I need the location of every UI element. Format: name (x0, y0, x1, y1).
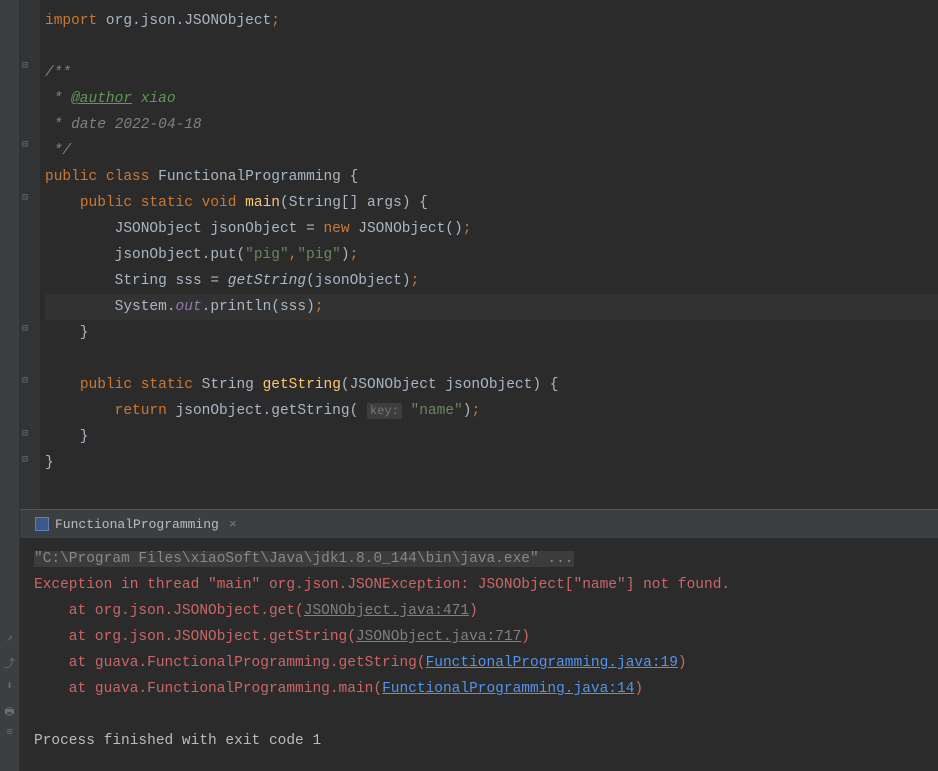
tool-sidebar: ↗ ⤴ ⬇ 🖶 ≡ (0, 0, 20, 771)
console-line-exit: Process finished with exit code 1 (34, 728, 924, 754)
code-line: * date 2022-04-18 (45, 112, 938, 138)
code-line (45, 34, 938, 60)
code-line: return jsonObject.getString( key: "name"… (45, 398, 938, 424)
stacktrace-link[interactable]: JSONObject.java:471 (304, 603, 469, 619)
code-line: */ (45, 138, 938, 164)
fold-end-icon[interactable]: ⊟ (22, 454, 28, 466)
code-line: String sss = getString(jsonObject); (45, 268, 938, 294)
main-area: ⊟ ⊟ ⊟ ⊟ ⊟ ⊟ ⊟ import org.json.JSONObject… (20, 0, 938, 771)
code-line: /** (45, 60, 938, 86)
fold-icon[interactable]: ⊟ (22, 60, 28, 72)
code-line: * @author xiao (45, 86, 938, 112)
sidebar-icon-2[interactable]: ⤴ (3, 655, 17, 669)
console-line-error: Exception in thread "main" org.json.JSON… (34, 572, 924, 598)
code-line: public static void main(String[] args) { (45, 190, 938, 216)
code-line: } (45, 450, 938, 476)
code-line: public static String getString(JSONObjec… (45, 372, 938, 398)
console-line-trace: at org.json.JSONObject.get(JSONObject.ja… (34, 598, 924, 624)
code-line (45, 346, 938, 372)
console-tab-bar: FunctionalProgramming × (20, 510, 938, 538)
code-editor[interactable]: ⊟ ⊟ ⊟ ⊟ ⊟ ⊟ ⊟ import org.json.JSONObject… (20, 0, 938, 509)
code-line: import org.json.JSONObject; (45, 8, 938, 34)
console-tab[interactable]: FunctionalProgramming × (25, 513, 247, 536)
run-console: FunctionalProgramming × "C:\Program File… (20, 509, 938, 771)
sidebar-icon-1[interactable]: ↗ (3, 631, 17, 645)
editor-gutter[interactable]: ⊟ ⊟ ⊟ ⊟ ⊟ ⊟ ⊟ (20, 0, 40, 509)
code-line-current: System.out.println(sss); (45, 294, 938, 320)
sidebar-icon-3[interactable]: ⬇ (3, 679, 17, 693)
fold-end-icon[interactable]: ⊟ (22, 323, 28, 335)
code-line: } (45, 320, 938, 346)
console-line: "C:\Program Files\xiaoSoft\Java\jdk1.8.0… (34, 546, 924, 572)
console-line (34, 702, 924, 728)
stacktrace-link[interactable]: JSONObject.java:717 (356, 629, 521, 645)
tab-label: FunctionalProgramming (55, 517, 219, 532)
sidebar-icon-4[interactable]: 🖶 (3, 703, 17, 717)
console-line-trace: at guava.FunctionalProgramming.getString… (34, 650, 924, 676)
console-line-trace: at guava.FunctionalProgramming.main(Func… (34, 676, 924, 702)
fold-icon[interactable]: ⊟ (22, 375, 28, 387)
fold-icon[interactable]: ⊟ (22, 139, 28, 151)
fold-end-icon[interactable]: ⊟ (22, 428, 28, 440)
code-line: public class FunctionalProgramming { (45, 164, 938, 190)
stacktrace-link[interactable]: FunctionalProgramming.java:19 (426, 655, 678, 671)
fold-icon[interactable]: ⊟ (22, 192, 28, 204)
code-line: jsonObject.put("pig","pig"); (45, 242, 938, 268)
sidebar-icon-5[interactable]: ≡ (3, 727, 17, 741)
console-output[interactable]: "C:\Program Files\xiaoSoft\Java\jdk1.8.0… (20, 538, 938, 771)
run-config-icon (35, 517, 49, 531)
code-content: import org.json.JSONObject; /** * @autho… (20, 0, 938, 476)
stacktrace-link[interactable]: FunctionalProgramming.java:14 (382, 681, 634, 697)
code-line: } (45, 424, 938, 450)
console-line-trace: at org.json.JSONObject.getString(JSONObj… (34, 624, 924, 650)
close-tab-icon[interactable]: × (229, 517, 237, 532)
code-line: JSONObject jsonObject = new JSONObject()… (45, 216, 938, 242)
